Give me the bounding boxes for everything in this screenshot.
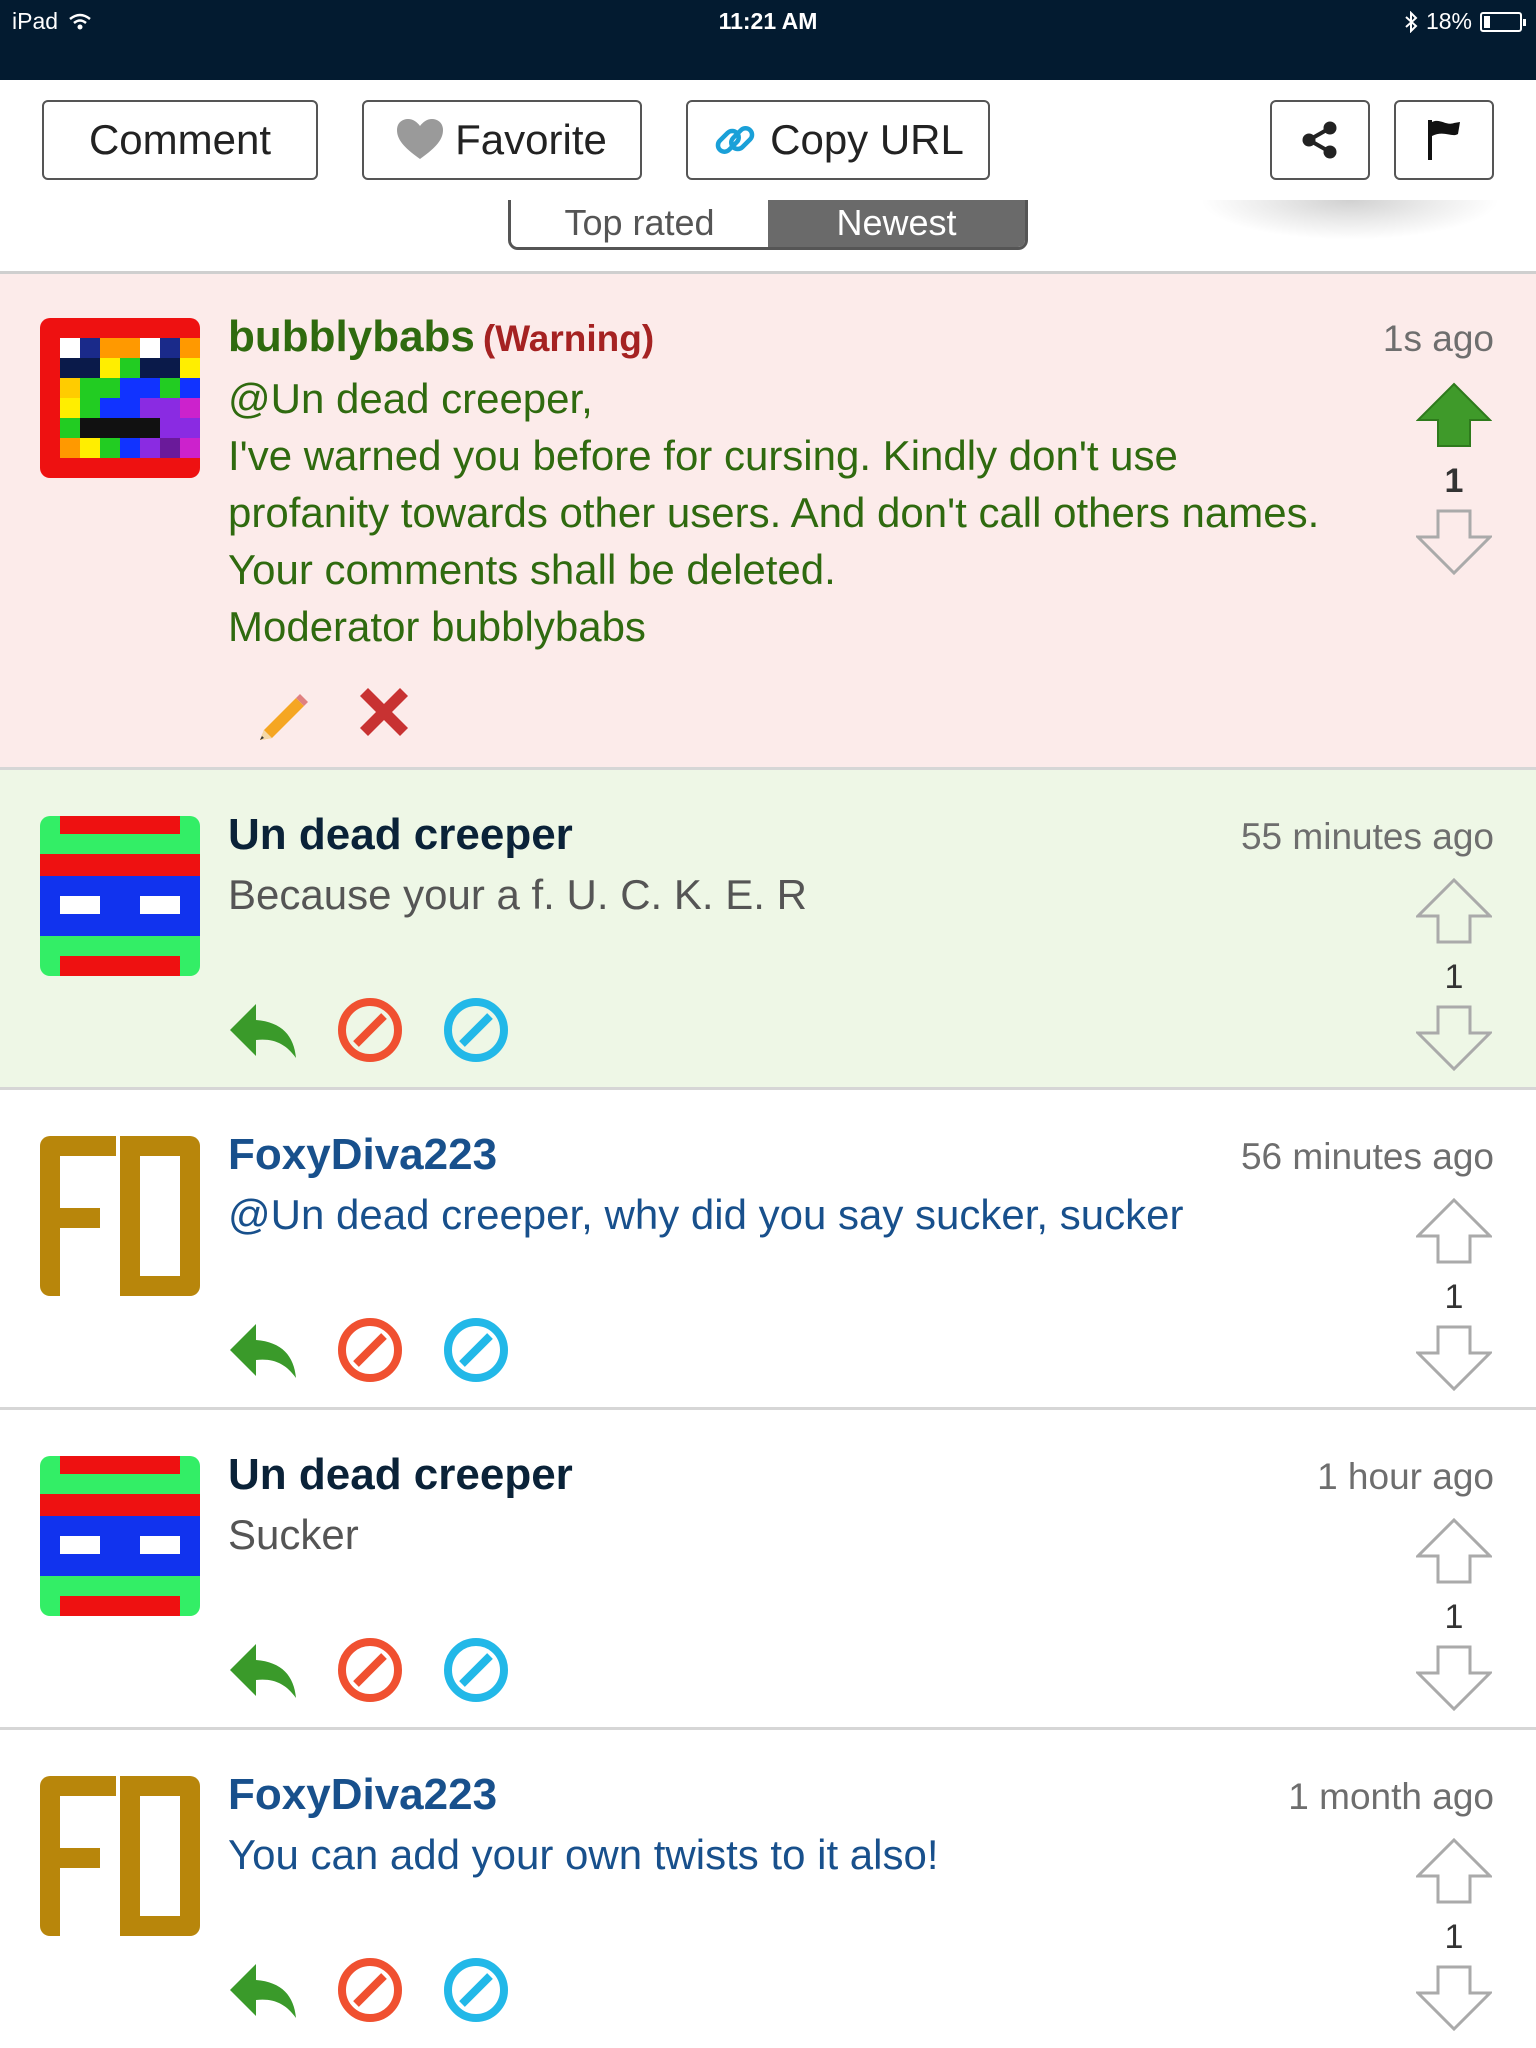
sort-top-rated-tab[interactable]: Top rated	[511, 200, 768, 247]
flag-icon	[1428, 120, 1460, 160]
ignore-icon[interactable]	[442, 1316, 510, 1384]
comment-item: FoxyDiva223 1 month ago You can add your…	[0, 1730, 1536, 2048]
favorite-button[interactable]: Favorite	[362, 100, 642, 180]
avatar[interactable]	[40, 1136, 200, 1296]
comment-item: Un dead creeper 55 minutes ago Because y…	[0, 770, 1536, 1090]
sort-newest-tab[interactable]: Newest	[768, 200, 1025, 247]
ignore-icon[interactable]	[442, 1956, 510, 2024]
comment-timestamp: 1 month ago	[1288, 1776, 1494, 1817]
avatar[interactable]	[40, 1776, 200, 1936]
block-icon[interactable]	[336, 1636, 404, 1704]
block-icon[interactable]	[336, 1956, 404, 2024]
battery-fill	[1484, 15, 1491, 28]
sort-segmented-control: Top rated Newest	[508, 200, 1028, 250]
comment-username[interactable]: Un dead creeper	[228, 810, 573, 860]
comment-body: @Un dead creeper, I've warned you before…	[228, 370, 1328, 655]
upvote-arrow-icon[interactable]	[1414, 1837, 1494, 1904]
favorite-button-label: Favorite	[455, 116, 607, 163]
downvote-arrow-icon[interactable]	[1414, 509, 1494, 576]
vote-control: 1	[1414, 877, 1494, 1076]
bluetooth-icon	[1405, 10, 1418, 33]
block-icon[interactable]	[336, 996, 404, 1064]
upvote-arrow-icon[interactable]	[1414, 1197, 1494, 1264]
downvote-arrow-icon[interactable]	[1414, 1965, 1494, 2032]
downvote-arrow-icon[interactable]	[1414, 1645, 1494, 1712]
comment-timestamp: 56 minutes ago	[1240, 1136, 1494, 1177]
copy-url-button[interactable]: Copy URL	[686, 100, 990, 180]
comment-username[interactable]: bubblybabs (Warning)	[228, 312, 654, 362]
vote-count: 1	[1444, 462, 1464, 500]
comment-line: Moderator bubblybabs	[228, 603, 646, 650]
status-bar: iPad 11:21 AM 18%	[0, 0, 1536, 80]
upvote-arrow-icon[interactable]	[1414, 1517, 1494, 1584]
vote-control: 1	[1414, 1837, 1494, 2036]
copy-url-button-label: Copy URL	[770, 116, 964, 163]
warning-tag: (Warning)	[482, 318, 655, 359]
comment-body: Because your a f. U. C. K. E. R	[228, 871, 807, 918]
upvote-arrow-icon[interactable]	[1415, 382, 1493, 448]
vote-control: 1	[1414, 382, 1494, 580]
vote-count: 1	[1444, 1598, 1464, 1636]
avatar[interactable]	[40, 1456, 200, 1616]
comment-username[interactable]: Un dead creeper	[228, 1450, 573, 1500]
comment-button-label: Comment	[88, 116, 272, 163]
vote-control: 1	[1414, 1517, 1494, 1716]
comment-timestamp: 1s ago	[1382, 318, 1494, 359]
status-time: 11:21 AM	[718, 8, 818, 34]
reply-icon[interactable]	[228, 1000, 298, 1060]
battery-icon	[1480, 11, 1526, 32]
vote-count: 1	[1444, 1278, 1464, 1316]
upvote-arrow-icon[interactable]	[1414, 877, 1494, 944]
ignore-icon[interactable]	[442, 996, 510, 1064]
action-toolbar: Comment Favorite Copy URL	[0, 80, 1536, 200]
comment-timestamp: 55 minutes ago	[1240, 816, 1494, 857]
comment-username[interactable]: FoxyDiva223	[228, 1770, 497, 1820]
decorative-shadow	[1200, 200, 1500, 240]
vote-count: 1	[1444, 958, 1464, 996]
block-icon[interactable]	[336, 1316, 404, 1384]
comment-line: @Un dead creeper,	[228, 375, 593, 422]
avatar[interactable]	[40, 318, 200, 478]
comment-item: FoxyDiva223 56 minutes ago @Un dead cree…	[0, 1090, 1536, 1410]
comment-body: @Un dead creeper, why did you say sucker…	[228, 1191, 1184, 1238]
comment-button[interactable]: Comment	[42, 100, 318, 180]
comment-username[interactable]: FoxyDiva223	[228, 1130, 497, 1180]
comment-timestamp: 1 hour ago	[1317, 1456, 1494, 1497]
reply-icon[interactable]	[228, 1960, 298, 2020]
pencil-icon[interactable]	[252, 682, 312, 742]
delete-icon[interactable]	[352, 680, 416, 744]
downvote-arrow-icon[interactable]	[1414, 1005, 1494, 1072]
comment-body: You can add your own twists to it also!	[228, 1831, 939, 1878]
comment-line: I've warned you before for cursing. Kind…	[228, 432, 1320, 593]
link-icon	[715, 126, 755, 154]
reply-icon[interactable]	[228, 1640, 298, 1700]
status-right: 18%	[1404, 8, 1526, 35]
comment-actions	[228, 1956, 510, 2024]
heart-icon	[397, 119, 444, 159]
vote-count: 1	[1444, 1918, 1464, 1956]
comment-actions	[228, 1316, 510, 1384]
ignore-icon[interactable]	[442, 1636, 510, 1704]
avatar[interactable]	[40, 816, 200, 976]
reply-icon[interactable]	[228, 1320, 298, 1380]
flag-button[interactable]	[1394, 100, 1494, 180]
vote-control: 1	[1414, 1197, 1494, 1396]
battery-percent: 18%	[1425, 8, 1472, 34]
moderator-actions	[252, 680, 416, 744]
share-button[interactable]	[1270, 100, 1370, 180]
comment-item-warning: bubblybabs (Warning) 1s ago @Un dead cree…	[0, 274, 1536, 770]
comment-body: Sucker	[228, 1511, 359, 1558]
downvote-arrow-icon[interactable]	[1414, 1325, 1494, 1392]
share-icon	[1302, 121, 1337, 159]
comment-username-text: bubblybabs	[228, 312, 475, 361]
sort-bar: Top rated Newest	[0, 200, 1536, 274]
comment-item: Un dead creeper 1 hour ago Sucker 1	[0, 1410, 1536, 1730]
comment-actions	[228, 1636, 510, 1704]
comment-actions	[228, 996, 510, 1064]
